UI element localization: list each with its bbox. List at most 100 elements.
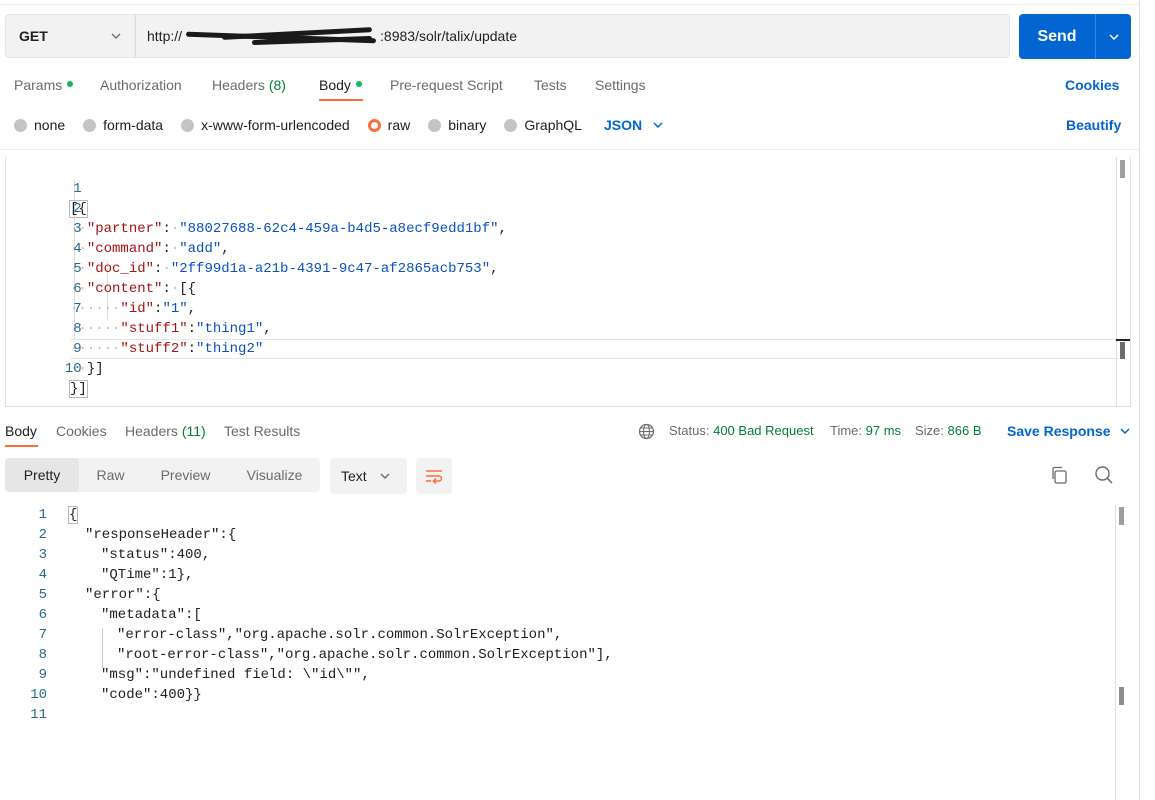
beautify-button[interactable]: Beautify [1066,117,1121,133]
editor-scrollbar-thumb[interactable] [1120,160,1125,178]
tab-tests[interactable]: Tests [534,77,567,93]
send-options-button[interactable] [1096,31,1131,43]
url-input[interactable]: http:// :8983/solr/talix/update [135,14,1010,58]
tab-headers[interactable]: Headers (8) [212,77,286,93]
time-value: 97 ms [865,423,902,438]
method-label: GET [19,28,48,44]
view-raw[interactable]: Raw [79,458,142,492]
method-select[interactable]: GET [5,14,135,58]
cursor-marker [1116,339,1130,341]
code-token: }] [86,361,104,377]
radio-circle [181,118,195,132]
response-format-select[interactable]: Text [330,458,407,494]
radio-raw[interactable]: raw [367,117,410,133]
size-value: 866 B [947,423,982,438]
copy-icon[interactable] [1049,465,1069,485]
response-status[interactable]: Status: 400 Bad Request [669,423,814,438]
viewer-scrollbar-thumb[interactable] [1119,507,1124,525]
viewer-scroll-marker [1119,687,1124,705]
response-tab-test-results[interactable]: Test Results [224,423,300,439]
view-visualize-label: Visualize [246,467,303,483]
top-divider [0,4,1139,5]
response-view-selector: Pretty Raw Preview Visualize [5,458,320,492]
line-number: 10 [64,361,82,377]
view-preview[interactable]: Preview [142,458,229,492]
tab-settings[interactable]: Settings [595,77,646,93]
body-indicator-dot [355,81,362,88]
active-tab-indicator [319,99,363,101]
response-time[interactable]: Time: 97 ms [830,423,901,438]
response-tab-body[interactable]: Body [5,423,37,439]
tab-params-label: Params [14,77,63,93]
radio-form-data[interactable]: form-data [83,117,163,133]
wrap-lines-icon [426,470,443,484]
response-tab-headers[interactable]: Headers (11) [125,423,206,439]
response-tab-cookies[interactable]: Cookies [56,423,107,439]
chevron-down-icon [380,473,390,479]
view-raw-label: Raw [96,467,125,483]
code-line: 8 ······"stuff2":"thing2" [6,299,1130,357]
status-value: 400 Bad Request [713,423,814,438]
cookies-link[interactable]: Cookies [1065,77,1119,93]
radio-urlencoded-label: x-www-form-urlencoded [201,117,350,133]
code-token: "msg":"undefined field: \"id\"", [101,667,370,683]
line-number: 6 [38,607,47,623]
code-token: { [67,506,79,524]
body-type-selector: none form-data x-www-form-urlencoded raw… [14,117,664,133]
tab-authorization[interactable]: Authorization [100,77,182,93]
request-body-editor[interactable]: 1 [{ 2 ··"partner":·"88027688-62c4-459a-… [5,157,1131,407]
response-size[interactable]: Size: 866 B [915,423,982,438]
line-number: 4 [38,567,47,583]
language-select[interactable]: JSON [604,117,664,133]
tab-prerequest-script[interactable]: Pre-request Script [390,77,503,93]
wrap-lines-button[interactable] [416,458,452,494]
send-button[interactable]: Send [1019,14,1131,59]
code-token: "responseHeader":{ [85,527,237,543]
line-number: 2 [38,527,47,543]
line-number: 11 [30,707,47,723]
code-line: 9 ··}] [6,319,1130,377]
status-label: Status: [669,423,710,438]
save-response-button[interactable]: Save Response [1007,423,1131,439]
size-label: Size: [915,423,944,438]
viewer-scrollbar-track[interactable] [1115,505,1116,800]
tab-body-label: Body [319,77,351,93]
radio-none[interactable]: none [14,117,65,133]
chevron-down-icon [1119,428,1130,435]
headers-count: (8) [268,77,286,93]
radio-x-www-form-urlencoded[interactable]: x-www-form-urlencoded [181,117,350,133]
response-tab-test-results-label: Test Results [224,423,301,439]
code-token: "root-error-class","org.apache.solr.comm… [117,647,613,663]
response-tab-cookies-label: Cookies [56,423,107,439]
radio-form-data-label: form-data [103,117,164,133]
editor-scrollbar-track[interactable] [1116,157,1117,406]
editor-scroll-marker [1120,342,1125,359]
tab-params[interactable]: Params [14,77,74,93]
globe-icon[interactable] [638,423,655,440]
params-indicator-dot [67,81,74,88]
radio-graphql[interactable]: GraphQL [504,117,582,133]
radio-binary[interactable]: binary [428,117,486,133]
view-preview-label: Preview [160,467,211,483]
search-icon[interactable] [1094,465,1114,485]
url-prefix: http:// [147,28,183,44]
line-number: 7 [38,627,47,643]
tab-body[interactable]: Body [319,77,362,93]
chevron-down-icon [653,122,663,129]
tab-headers-label: Headers [212,77,265,93]
view-pretty-label: Pretty [23,467,61,483]
view-pretty[interactable]: Pretty [5,458,79,492]
code-token: "metadata":[ [101,607,202,623]
chevron-down-icon [1108,33,1119,40]
radio-circle [83,118,97,132]
language-label: JSON [603,117,643,133]
response-body-viewer[interactable]: 1 { 2 "responseHeader":{ 3 "status":400, 4 "… [5,505,1131,800]
code-line: 3 ··"command":·"add", [6,199,1130,257]
code-line: 5 ··"content":·[{ [6,239,1130,297]
right-panel-border [1139,0,1140,800]
response-tab-headers-label: Headers [125,423,178,439]
indent-guide [102,628,103,668]
line-number: 1 [38,507,47,523]
radio-circle-selected [367,118,381,132]
view-visualize[interactable]: Visualize [229,458,320,492]
